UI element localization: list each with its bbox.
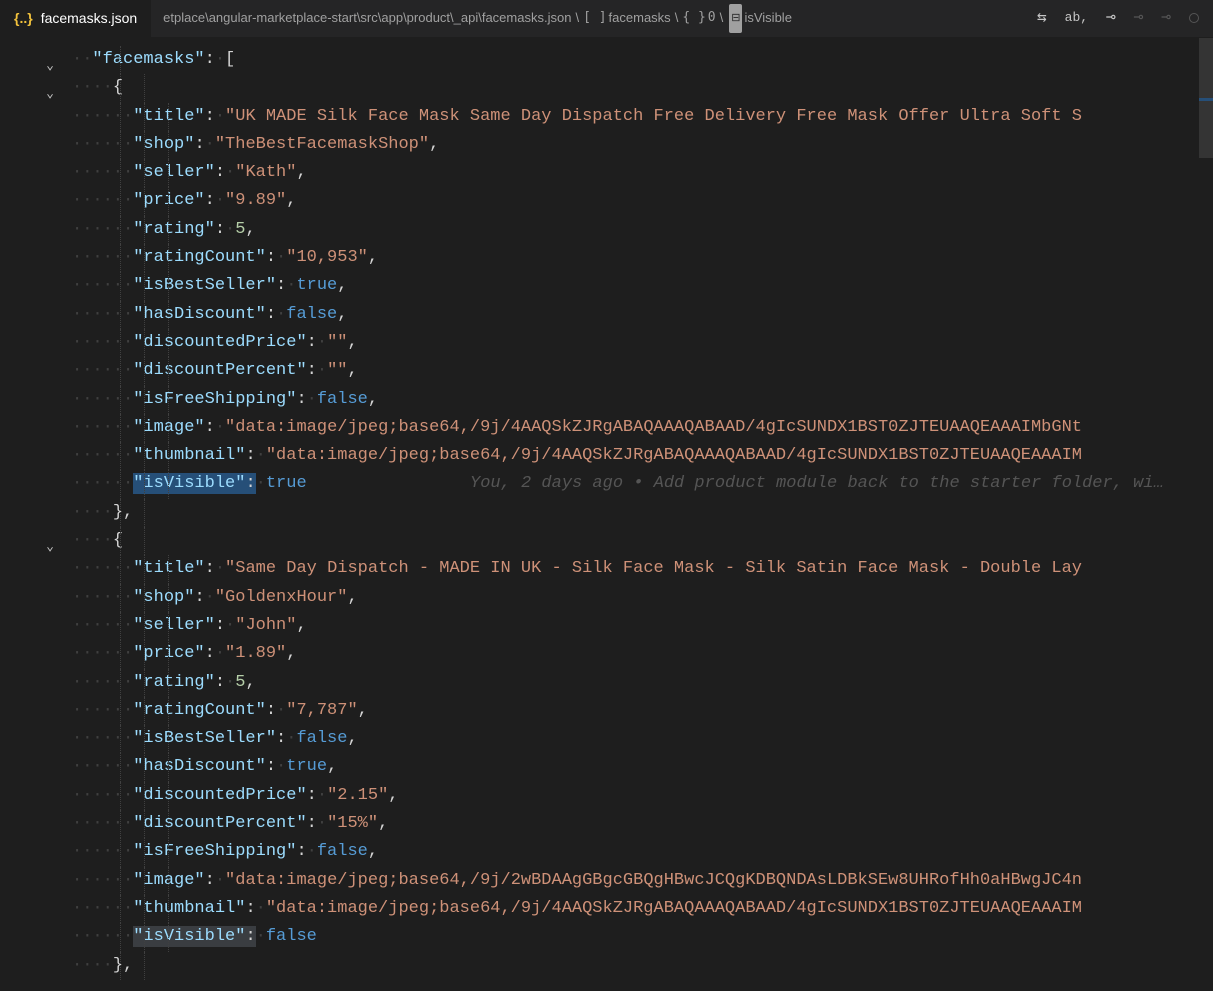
- whole-word-icon[interactable]: ab,: [1065, 4, 1088, 32]
- code-line[interactable]: ······"rating":·5,: [0, 216, 1213, 244]
- code-line[interactable]: ⌄····{: [0, 74, 1213, 102]
- code-line[interactable]: ······"shop":·"TheBestFacemaskShop",: [0, 131, 1213, 159]
- code-line[interactable]: ······"image":·"data:image/jpeg;base64,/…: [0, 867, 1213, 895]
- editor-tab-active[interactable]: {..} facemasks.json: [0, 0, 151, 37]
- code-line[interactable]: ⌄····{: [0, 527, 1213, 555]
- code-line[interactable]: ······"discountedPrice":·"",: [0, 329, 1213, 357]
- tab-bar: {..} facemasks.json etplace\angular-mark…: [0, 0, 1213, 38]
- scrollbar-selection-mark: [1199, 98, 1213, 101]
- editor-actions: ⇆ ab, ⊸ ⊸ ⊸: [1023, 4, 1213, 32]
- code-line[interactable]: ······"ratingCount":·"7,787",: [0, 697, 1213, 725]
- code-line[interactable]: ⌄··"facemasks":·[: [0, 46, 1213, 74]
- breadcrumb-leaf: isVisible: [744, 4, 791, 32]
- brace-icon: { }: [682, 4, 705, 32]
- code-line[interactable]: ······"seller":·"John",: [0, 612, 1213, 640]
- breadcrumb[interactable]: etplace\angular-marketplace-start\src\ap…: [151, 4, 1023, 32]
- code-line[interactable]: ······"isBestSeller":·false,: [0, 725, 1213, 753]
- more-icon[interactable]: [1189, 13, 1199, 23]
- code-line[interactable]: ······"isVisible":·trueYou, 2 days ago •…: [0, 470, 1213, 498]
- git-blame-annotation: You, 2 days ago • Add product module bac…: [470, 470, 1164, 498]
- code-line[interactable]: ······"shop":·"GoldenxHour",: [0, 584, 1213, 612]
- code-line[interactable]: ····},: [0, 952, 1213, 980]
- code-line[interactable]: ······"ratingCount":·"10,953",: [0, 244, 1213, 272]
- compare-changes-icon[interactable]: ⇆: [1037, 4, 1047, 32]
- scrollbar-vertical[interactable]: [1199, 38, 1213, 991]
- code-line[interactable]: ······"rating":·5,: [0, 669, 1213, 697]
- code-line[interactable]: ······"isFreeShipping":·false,: [0, 386, 1213, 414]
- code-line[interactable]: ······"image":·"data:image/jpeg;base64,/…: [0, 414, 1213, 442]
- code-line[interactable]: ······"thumbnail":·"data:image/jpeg;base…: [0, 895, 1213, 923]
- json-file-icon: {..}: [14, 4, 33, 32]
- code-line[interactable]: ····},: [0, 499, 1213, 527]
- code-line[interactable]: ······"title":·"Same Day Dispatch - MADE…: [0, 555, 1213, 583]
- git-prev-icon[interactable]: ⊸: [1134, 4, 1144, 32]
- code-line[interactable]: ······"hasDiscount":·true,: [0, 753, 1213, 781]
- code-line[interactable]: ······"price":·"1.89",: [0, 640, 1213, 668]
- breadcrumb-seg: facemasks: [609, 4, 671, 32]
- code-line[interactable]: ······"isFreeShipping":·false,: [0, 838, 1213, 866]
- code-line[interactable]: ······"thumbnail":·"data:image/jpeg;base…: [0, 442, 1213, 470]
- code-line[interactable]: ······"discountPercent":·"",: [0, 357, 1213, 385]
- breadcrumb-index: 0: [708, 4, 716, 32]
- code-line[interactable]: ······"discountPercent":·"15%",: [0, 810, 1213, 838]
- git-next-icon[interactable]: ⊸: [1161, 4, 1171, 32]
- code-editor[interactable]: ⌄··"facemasks":·[⌄····{······"title":·"U…: [0, 38, 1213, 980]
- code-line[interactable]: ······"price":·"9.89",: [0, 187, 1213, 215]
- tab-filename: facemasks.json: [41, 4, 137, 32]
- code-line[interactable]: ······"discountedPrice":·"2.15",: [0, 782, 1213, 810]
- code-line[interactable]: ······"seller":·"Kath",: [0, 159, 1213, 187]
- code-line[interactable]: ······"isVisible":·false: [0, 923, 1213, 951]
- code-line[interactable]: ······"isBestSeller":·true,: [0, 272, 1213, 300]
- code-line[interactable]: ······"title":·"UK MADE Silk Face Mask S…: [0, 103, 1213, 131]
- bracket-icon: [ ]: [583, 4, 606, 32]
- code-line[interactable]: ······"hasDiscount":·false,: [0, 301, 1213, 329]
- variable-icon: ⊟: [729, 4, 742, 32]
- breadcrumb-path: etplace\angular-marketplace-start\src\ap…: [163, 4, 571, 32]
- git-commit-icon[interactable]: ⊸: [1106, 4, 1116, 32]
